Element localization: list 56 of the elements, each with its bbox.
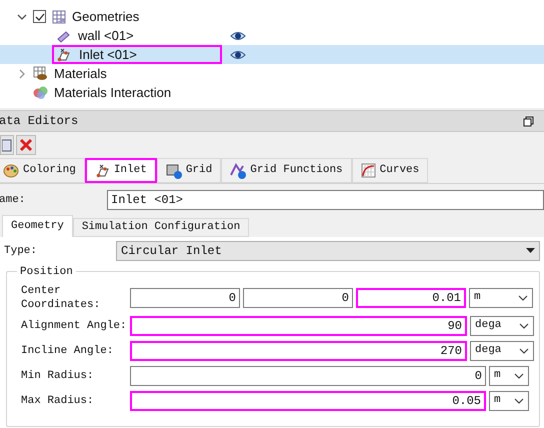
inlet-icon [56,48,71,62]
tab[interactable]: Grid [156,158,222,183]
delete-button[interactable] [16,135,36,155]
field-label: Max Radius: [21,394,95,408]
value-field[interactable]: 90 [130,316,467,336]
tree-item[interactable]: wall <01> [52,26,222,45]
eye-icon[interactable] [230,30,246,42]
inlet-icon [94,164,110,178]
type-dropdown[interactable]: Circular Inlet [116,241,540,261]
field-label: Center Coordinates: [21,284,102,312]
materials-icon [33,66,48,81]
unit-dropdown[interactable]: m [469,288,533,308]
tree-item-label[interactable]: Materials Interaction [54,82,172,102]
chevron-down-icon [519,322,529,328]
restore-icon [523,116,534,126]
field-label: ame: [0,192,26,208]
checkbox[interactable] [33,10,46,23]
tab[interactable]: Grid Functions [221,158,352,183]
spheres-icon [33,85,48,100]
name-field[interactable]: Inlet <01> [107,190,544,210]
field-label: Alignment Angle: [21,318,128,332]
tree-item[interactable]: Inlet <01> [52,45,222,64]
palette-icon [3,163,19,178]
function-icon [230,162,246,178]
copy-button[interactable] [0,135,14,155]
tab[interactable]: Simulation Configuration [72,218,250,237]
unit-dropdown[interactable]: m [489,366,529,386]
chevron-down-icon [518,294,528,300]
field-label: Min Radius: [21,368,95,382]
dropdown-arrow-icon [526,248,535,254]
tab[interactable]: Curves [352,158,428,183]
panel-title: ata Editors [0,113,78,130]
value-field[interactable]: 0 [243,288,353,308]
eye-icon[interactable] [230,48,246,60]
unit-dropdown[interactable]: dega [470,340,534,360]
tab[interactable]: Geometry [2,215,73,237]
tab[interactable]: Inlet [84,158,157,183]
value-field[interactable]: 0.05 [130,390,486,410]
chevron-down-icon [514,372,524,378]
tab[interactable]: Coloring [0,158,85,183]
chart-icon [360,163,376,178]
value-field[interactable]: 0 [130,366,486,386]
unit-dropdown[interactable]: m [489,390,529,410]
value-field[interactable]: 270 [130,340,467,360]
field-label: Incline Angle: [21,344,114,358]
field-label: Type: [4,244,38,259]
value-field[interactable]: 0.01 [356,288,466,308]
grid-icon [166,162,182,178]
chevron-down-icon [514,398,524,404]
unit-dropdown[interactable]: dega [470,316,534,336]
tree-item-label[interactable]: Materials [54,64,107,84]
value-field[interactable]: 0 [130,288,240,308]
grid-icon [52,10,66,24]
tree-item-label[interactable]: Geometries [72,6,140,26]
chevron-down-icon [519,348,529,354]
cylinder-icon [56,28,70,42]
